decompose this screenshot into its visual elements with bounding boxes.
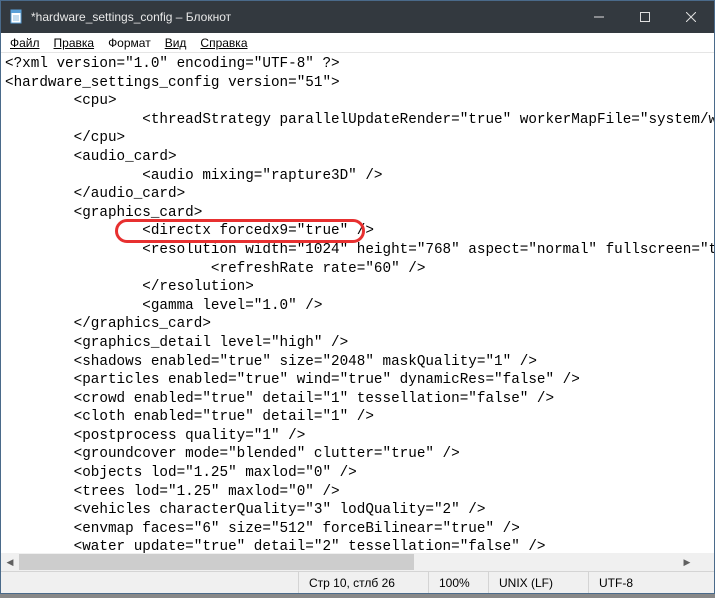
status-zoom: 100% [428,572,488,593]
code-line: <objects lod="1.25" maxlod="0" /> [5,464,714,483]
code-line: <?xml version="1.0" encoding="UTF-8" ?> [5,55,714,74]
scroll-corner [696,553,714,571]
menu-help[interactable]: Справка [193,35,254,51]
window-title: *hardware_settings_config – Блокнот [31,10,576,24]
code-line: </graphics_card> [5,315,714,334]
menubar: Файл Правка Формат Вид Справка [1,33,714,53]
notepad-icon [9,9,25,25]
menu-format[interactable]: Формат [101,35,158,51]
code-line: <resolution width="1024" height="768" as… [5,241,714,260]
menu-view[interactable]: Вид [158,35,194,51]
notepad-window: *hardware_settings_config – Блокнот Файл… [0,0,715,594]
code-line: </audio_card> [5,185,714,204]
code-line: <audio_card> [5,148,714,167]
status-eol: UNIX (LF) [488,572,588,593]
statusbar: Стр 10, стлб 26 100% UNIX (LF) UTF-8 [1,571,714,593]
menu-edit[interactable]: Правка [47,35,102,51]
code-line: <trees lod="1.25" maxlod="0" /> [5,483,714,502]
editor-area: <?xml version="1.0" encoding="UTF-8" ?><… [1,53,714,571]
code-line: </cpu> [5,129,714,148]
code-line: <water update="true" detail="2" tessella… [5,538,714,553]
scroll-thumb[interactable] [19,554,414,570]
scroll-right-icon[interactable]: ▶ [678,553,696,571]
code-line: <postprocess quality="1" /> [5,427,714,446]
code-line: <envmap faces="6" size="512" forceBiline… [5,520,714,539]
code-line: <crowd enabled="true" detail="1" tessell… [5,390,714,409]
code-line: <vehicles characterQuality="3" lodQualit… [5,501,714,520]
code-line: <groundcover mode="blended" clutter="tru… [5,445,714,464]
scroll-track[interactable] [19,553,678,571]
titlebar[interactable]: *hardware_settings_config – Блокнот [1,1,714,33]
horizontal-scrollbar[interactable]: ◀ ▶ [1,553,696,571]
code-line: <graphics_card> [5,204,714,223]
menu-file[interactable]: Файл [3,35,47,51]
code-line: <particles enabled="true" wind="true" dy… [5,371,714,390]
code-line: <refreshRate rate="60" /> [5,260,714,279]
minimize-button[interactable] [576,1,622,33]
code-line: <graphics_detail level="high" /> [5,334,714,353]
close-button[interactable] [668,1,714,33]
scroll-left-icon[interactable]: ◀ [1,553,19,571]
code-line: </resolution> [5,278,714,297]
code-line: <cloth enabled="true" detail="1" /> [5,408,714,427]
code-line: <cpu> [5,92,714,111]
window-controls [576,1,714,33]
code-line: <hardware_settings_config version="51"> [5,74,714,93]
code-line: <shadows enabled="true" size="2048" mask… [5,353,714,372]
maximize-button[interactable] [622,1,668,33]
code-line: <audio mixing="rapture3D" /> [5,167,714,186]
code-line: <gamma level="1.0" /> [5,297,714,316]
status-encoding: UTF-8 [588,572,696,593]
code-line: <directx forcedx9="true" /> [5,222,714,241]
status-position: Стр 10, стлб 26 [298,572,428,593]
text-editor[interactable]: <?xml version="1.0" encoding="UTF-8" ?><… [5,55,714,553]
code-line: <threadStrategy parallelUpdateRender="tr… [5,111,714,130]
